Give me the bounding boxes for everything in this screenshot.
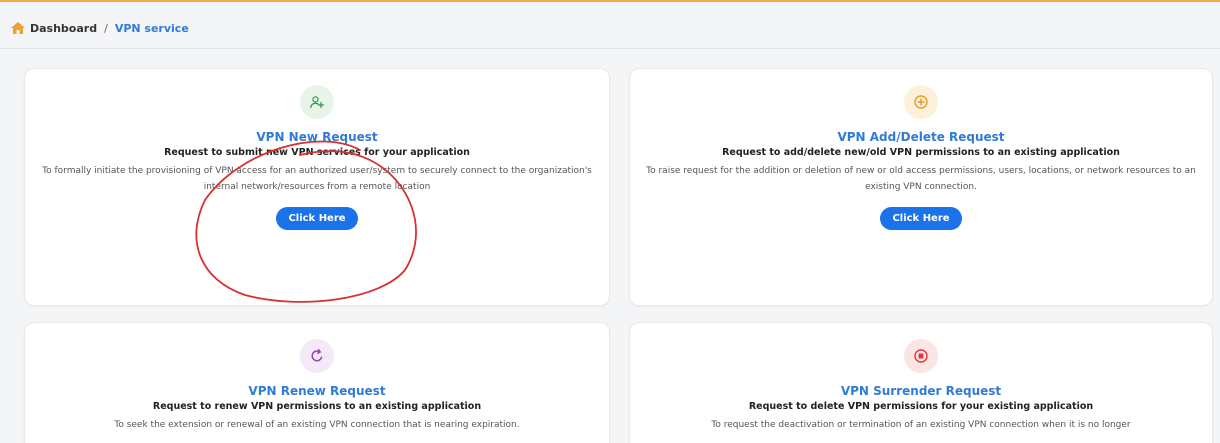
vpn-new-request-click-here-button[interactable]: Click Here: [276, 207, 358, 230]
card-vpn-add-delete-request: VPN Add/Delete Request Request to add/de…: [629, 68, 1213, 306]
breadcrumb: Dashboard / VPN service: [10, 18, 189, 38]
card-description: To request the deactivation or terminati…: [711, 420, 1131, 430]
card-title[interactable]: VPN New Request: [25, 130, 609, 144]
card-vpn-new-request: VPN New Request Request to submit new VP…: [24, 68, 610, 306]
card-vpn-renew-request: VPN Renew Request Request to renew VPN p…: [24, 322, 610, 443]
card-subtitle: Request to add/delete new/old VPN permis…: [722, 147, 1120, 158]
breadcrumb-separator: /: [104, 21, 108, 35]
card-description: To seek the extension or renewal of an e…: [114, 420, 520, 430]
breadcrumb-dashboard-link[interactable]: Dashboard: [30, 22, 97, 35]
home-icon[interactable]: [10, 20, 26, 36]
card-description: To raise request for the addition or del…: [646, 166, 1196, 192]
stop-circle-icon: [904, 339, 938, 373]
card-title[interactable]: VPN Surrender Request: [630, 384, 1212, 398]
vpn-add-delete-click-here-button[interactable]: Click Here: [880, 207, 962, 230]
card-subtitle: Request to renew VPN permissions to an e…: [152, 401, 482, 412]
card-subtitle: Request to delete VPN permissions for yo…: [748, 401, 1094, 412]
breadcrumb-divider: [0, 48, 1220, 49]
user-add-icon: [300, 85, 334, 119]
plus-circle-icon: [904, 85, 938, 119]
refresh-icon: [300, 339, 334, 373]
card-title[interactable]: VPN Renew Request: [25, 384, 609, 398]
card-vpn-surrender-request: VPN Surrender Request Request to delete …: [629, 322, 1213, 443]
card-description: To formally initiate the provisioning of…: [42, 166, 592, 192]
breadcrumb-current: VPN service: [114, 21, 189, 35]
card-title[interactable]: VPN Add/Delete Request: [630, 130, 1212, 144]
card-subtitle: Request to submit new VPN services for y…: [164, 147, 470, 158]
top-accent-line: [0, 0, 1220, 2]
